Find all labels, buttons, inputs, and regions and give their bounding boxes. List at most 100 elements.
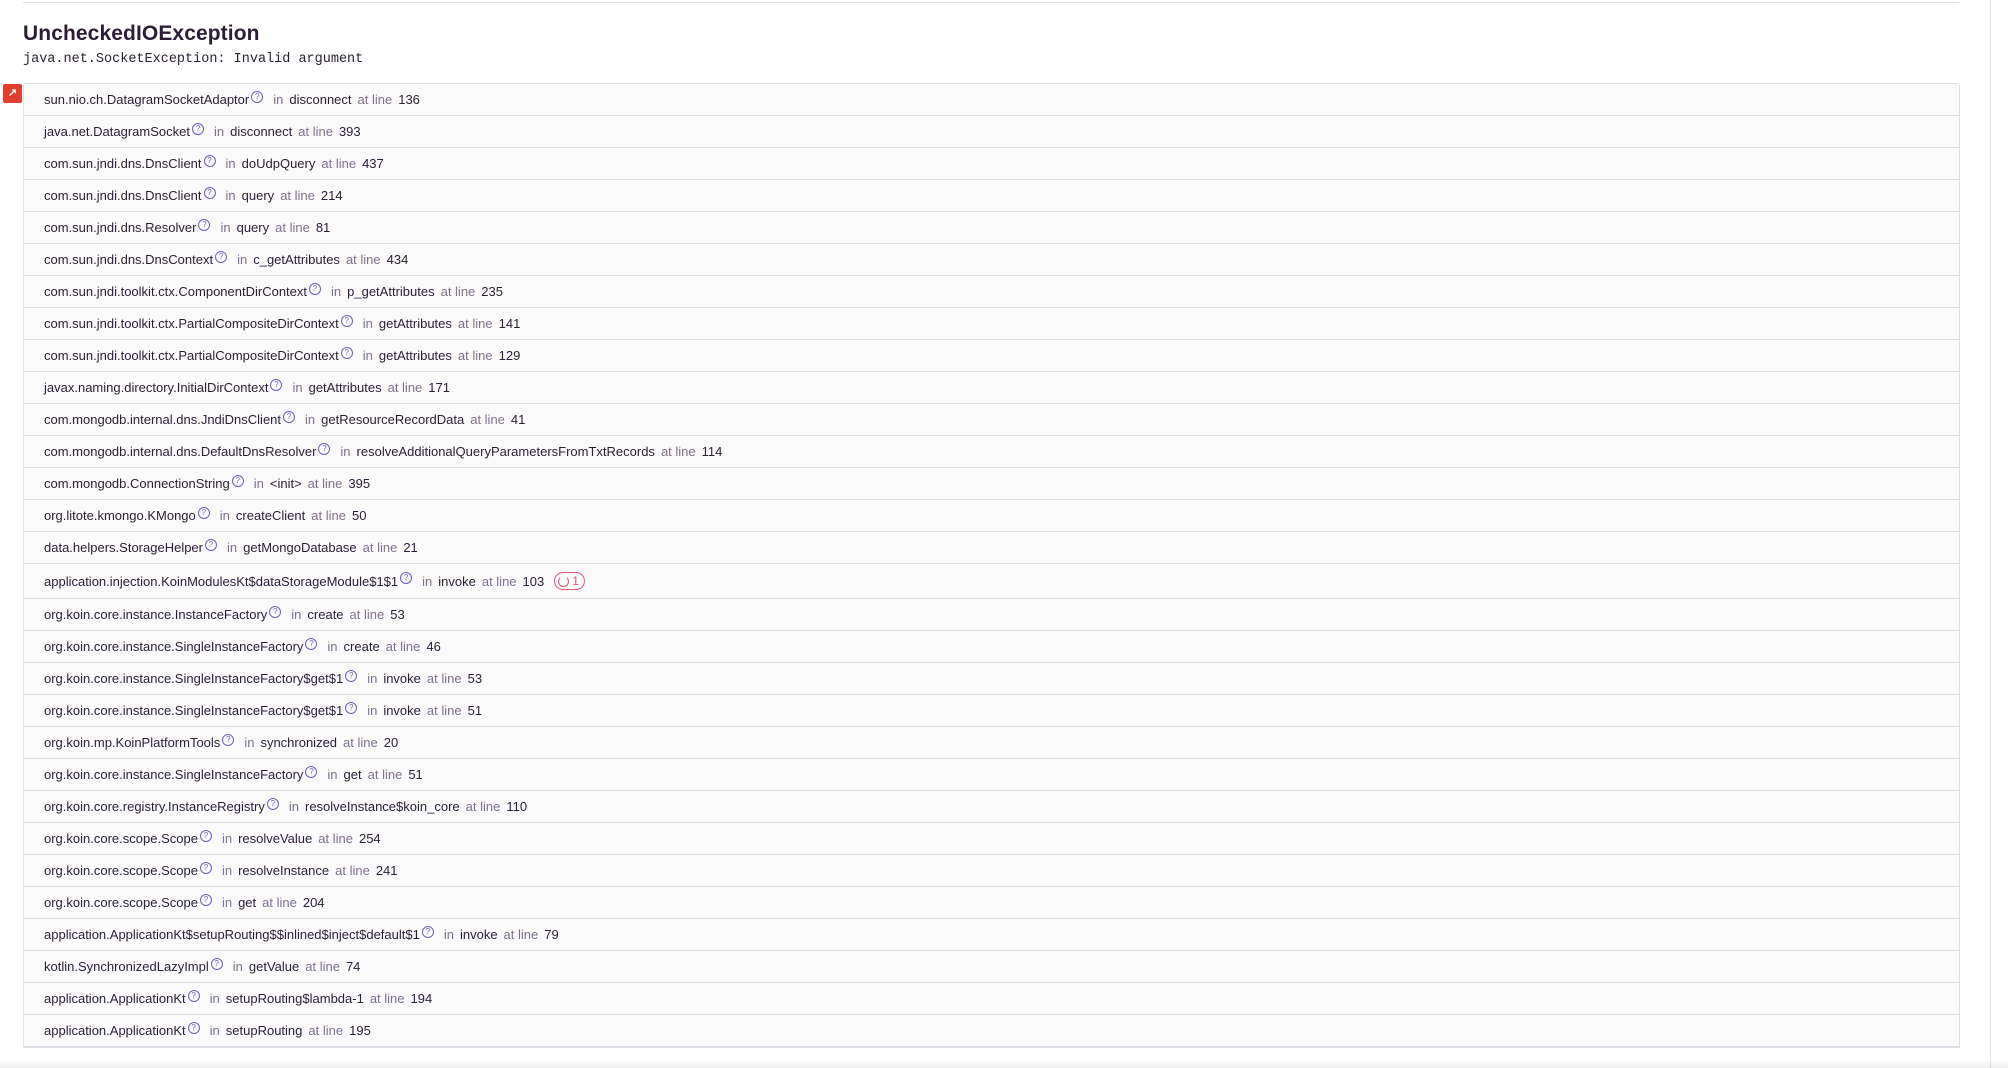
info-icon[interactable]: ?: [199, 829, 212, 842]
info-icon[interactable]: ?: [203, 186, 216, 199]
frame-line-number: 46: [426, 639, 441, 654]
info-icon[interactable]: ?: [197, 506, 210, 519]
frame-line-number: 51: [467, 703, 483, 718]
stacktrace-frame[interactable]: org.koin.core.instance.SingleInstanceFac…: [24, 695, 1959, 727]
at-line-label: at line: [345, 252, 381, 267]
info-icon[interactable]: ?: [198, 218, 211, 231]
stacktrace-frame[interactable]: org.koin.core.registry.InstanceRegistry?…: [24, 791, 1959, 823]
info-icon[interactable]: ?: [266, 797, 279, 810]
stacktrace-frame[interactable]: org.koin.core.instance.SingleInstanceFac…: [24, 663, 1959, 695]
stacktrace-frame[interactable]: com.mongodb.internal.dns.DefaultDnsResol…: [24, 436, 1959, 468]
info-icon[interactable]: ?: [340, 346, 353, 359]
info-icon[interactable]: ?: [251, 90, 264, 103]
frame-module: com.mongodb.internal.dns.JndiDnsClient: [44, 412, 282, 427]
info-icon[interactable]: ?: [210, 957, 223, 970]
in-label: in: [367, 671, 378, 686]
at-line-label: at line: [465, 799, 501, 814]
info-icon[interactable]: ?: [231, 474, 244, 487]
at-line-label: at line: [321, 156, 357, 171]
frame-module: org.koin.core.registry.InstanceRegistry: [44, 799, 265, 814]
info-icon[interactable]: ?: [340, 314, 353, 327]
stacktrace-frame[interactable]: org.koin.core.instance.InstanceFactory? i…: [24, 599, 1959, 631]
frame-line-number: 53: [390, 607, 405, 622]
frame-function: invoke: [438, 573, 476, 589]
stacktrace-frame[interactable]: org.litote.kmongo.KMongo? in createClient a…: [24, 500, 1959, 532]
stacktrace-frame[interactable]: org.koin.core.scope.Scope? in get at line 20…: [24, 887, 1959, 919]
stacktrace-frame[interactable]: application.injection.KoinModulesKt$data…: [24, 564, 1959, 599]
info-icon[interactable]: ?: [205, 538, 217, 551]
info-icon[interactable]: ?: [203, 154, 216, 167]
info-icon[interactable]: ?: [309, 282, 322, 295]
stacktrace-frame[interactable]: com.sun.jndi.toolkit.ctx.PartialComposit…: [24, 308, 1959, 340]
info-icon[interactable]: ?: [283, 410, 296, 423]
at-line-label: at line: [308, 1023, 344, 1038]
frame-function: getValue: [248, 959, 300, 974]
frame-module: org.koin.core.scope.Scope: [44, 863, 198, 878]
frame-module: com.mongodb.internal.dns.DefaultDnsResol…: [44, 444, 317, 459]
at-line-label: at line: [457, 316, 493, 331]
in-label: in: [291, 607, 302, 622]
info-icon[interactable]: ?: [191, 122, 204, 135]
stacktrace-frame[interactable]: java.net.DatagramSocket? in disconnect at l…: [24, 116, 1959, 148]
in-label: in: [331, 284, 342, 299]
info-icon[interactable]: ?: [187, 989, 200, 1002]
stacktrace-frame[interactable]: com.sun.jndi.toolkit.ctx.PartialComposit…: [24, 340, 1959, 372]
info-icon[interactable]: ?: [345, 669, 358, 682]
stacktrace-frame[interactable]: org.koin.core.scope.Scope? in resolveInsta…: [24, 855, 1959, 887]
info-icon[interactable]: ?: [215, 250, 228, 263]
at-line-label: at line: [343, 735, 378, 750]
info-icon[interactable]: ?: [305, 765, 318, 778]
stacktrace-frame[interactable]: data.helpers.StorageHelper? in getMongoDat…: [24, 532, 1959, 564]
in-label: in: [213, 124, 225, 139]
content-edge: [1990, 0, 1991, 1068]
info-icon[interactable]: ?: [199, 861, 212, 874]
stacktrace-frame[interactable]: com.sun.jndi.dns.DnsClient? in query at lin…: [24, 180, 1959, 212]
frame-line-number: 434: [386, 252, 409, 267]
stacktrace-frame[interactable]: application.ApplicationKt? in setupRouting…: [24, 983, 1959, 1015]
at-line-label: at line: [481, 573, 517, 589]
info-icon[interactable]: ?: [345, 701, 358, 714]
info-icon[interactable]: ?: [222, 733, 235, 746]
stacktrace-frame[interactable]: com.sun.jndi.toolkit.ctx.ComponentDirCon…: [24, 276, 1959, 308]
in-label: in: [253, 476, 264, 491]
stacktrace-frame[interactable]: org.koin.core.instance.SingleInstanceFac…: [24, 631, 1959, 663]
stacktrace-frame[interactable]: com.mongodb.ConnectionString? in <init> at …: [24, 468, 1959, 500]
frame-line-number: 110: [506, 799, 528, 814]
frame-module: org.koin.core.scope.Scope: [44, 831, 198, 846]
stacktrace-frame[interactable]: kotlin.SynchronizedLazyImpl? in getValue at…: [24, 951, 1959, 983]
info-icon[interactable]: ?: [269, 605, 282, 618]
frame-module: application.ApplicationKt: [44, 1023, 186, 1038]
repeat-badge: 1: [554, 572, 585, 590]
frame-function: disconnect: [230, 124, 293, 139]
stacktrace-frame[interactable]: sun.nio.ch.DatagramSocketAdaptor? in disco…: [24, 84, 1959, 116]
in-label: in: [232, 959, 243, 974]
stacktrace-frame[interactable]: com.sun.jndi.dns.DnsContext? in c_getAttri…: [24, 244, 1959, 276]
frame-function: invoke: [383, 671, 421, 686]
stacktrace-frame[interactable]: javax.naming.directory.InitialDirContext…: [24, 372, 1959, 404]
info-icon[interactable]: ?: [318, 442, 331, 455]
info-icon[interactable]: ?: [421, 925, 434, 938]
stacktrace-frame[interactable]: org.koin.core.instance.SingleInstanceFac…: [24, 759, 1959, 791]
frame-line-number: 437: [362, 156, 384, 171]
in-app-marker-icon[interactable]: ↗: [3, 84, 22, 103]
stacktrace-frame[interactable]: com.sun.jndi.dns.DnsClient? in doUdpQuery a…: [24, 148, 1959, 180]
stacktrace-frame[interactable]: org.koin.mp.KoinPlatformTools? in synchron…: [24, 727, 1959, 759]
frame-line-number: 129: [498, 348, 521, 363]
frame-line-number: 79: [544, 927, 559, 942]
frame-function: disconnect: [289, 92, 352, 107]
frame-function: <init>: [269, 476, 302, 491]
frame-line-number: 114: [701, 444, 723, 459]
info-icon[interactable]: ?: [199, 893, 212, 906]
frame-function: p_getAttributes: [347, 284, 435, 299]
stacktrace-frame[interactable]: application.ApplicationKt? in setupRouting…: [24, 1015, 1959, 1047]
stacktrace-frame[interactable]: org.koin.core.scope.Scope? in resolveValue…: [24, 823, 1959, 855]
info-icon[interactable]: ?: [305, 637, 318, 650]
stacktrace-frame[interactable]: com.mongodb.internal.dns.JndiDnsClient? i…: [24, 404, 1959, 436]
info-icon[interactable]: ?: [270, 378, 283, 391]
info-icon[interactable]: ?: [187, 1021, 200, 1034]
frame-line-number: 136: [398, 92, 420, 107]
stacktrace-frame[interactable]: application.ApplicationKt$setupRouting$$…: [24, 919, 1959, 951]
stacktrace-frame[interactable]: com.sun.jndi.dns.Resolver? in query at line…: [24, 212, 1959, 244]
info-icon[interactable]: ?: [400, 572, 413, 584]
frame-function: create: [307, 607, 344, 622]
